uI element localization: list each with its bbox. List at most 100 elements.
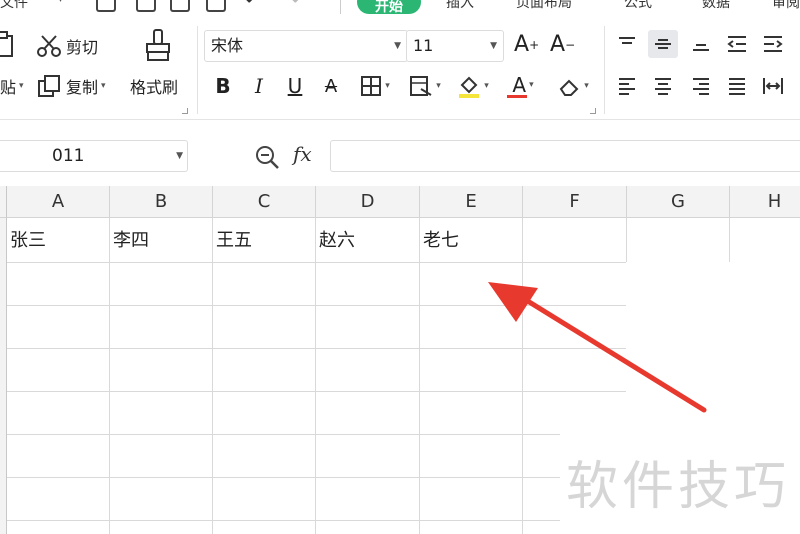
cell-e1[interactable]: 老七: [420, 218, 522, 262]
borders-button[interactable]: ▾: [354, 72, 396, 100]
chevron-down-icon[interactable]: ▾: [58, 0, 63, 5]
clipboard-dialog-launcher[interactable]: [182, 108, 188, 114]
paint-bucket-icon: [459, 76, 480, 98]
borders-icon: [361, 76, 382, 96]
font-dialog-launcher[interactable]: [590, 108, 596, 114]
align-top-icon: [619, 37, 635, 44]
align-bottom-icon: [693, 44, 709, 51]
tab-review[interactable]: 审阅: [772, 0, 800, 12]
font-color-bar: [507, 94, 527, 98]
column-header-h[interactable]: H: [730, 186, 800, 218]
cut-label: 剪切: [66, 38, 99, 57]
row-header-strip[interactable]: [0, 218, 7, 534]
cell-style-button[interactable]: ▾: [404, 72, 446, 100]
chevron-down-icon: ▾: [385, 81, 390, 91]
zoom-in-icon[interactable]: [254, 144, 280, 170]
format-painter-icon[interactable]: [144, 28, 172, 62]
function-icon[interactable]: fx: [293, 142, 312, 166]
outdent-icon: [727, 36, 746, 52]
grid-line: [212, 218, 213, 534]
chevron-down-icon: ▾: [529, 79, 534, 90]
tab-start-label: 开始: [375, 0, 403, 15]
paste-icon[interactable]: [0, 30, 14, 58]
align-left-icon: [619, 78, 635, 95]
copy-button[interactable]: 复制 ▾: [36, 74, 106, 98]
watermark-text: 软件技巧: [566, 457, 791, 517]
increase-indent-button[interactable]: [758, 30, 788, 58]
tab-start[interactable]: 开始: [357, 0, 421, 15]
align-center-button[interactable]: [648, 72, 678, 100]
ribbon-home: 贴 ▾ 剪切 复制 ▾ 格式刷 宋体 ▼ 11 ▼ A + A − B I U A ▾…: [0, 16, 800, 120]
select-all-corner[interactable]: [0, 186, 7, 218]
column-header-g[interactable]: G: [627, 186, 730, 218]
cell-d1[interactable]: 赵六: [316, 218, 419, 262]
align-bottom-button[interactable]: [686, 30, 716, 58]
column-header-a[interactable]: A: [7, 186, 110, 218]
decrease-font-button[interactable]: A −: [550, 32, 575, 57]
chevron-down-icon: ▼: [176, 151, 183, 161]
tab-insert[interactable]: 插入: [446, 0, 474, 12]
tab-file[interactable]: 文件: [0, 0, 28, 12]
underline-button[interactable]: U: [282, 72, 308, 100]
distributed-align-icon: [763, 78, 783, 94]
format-painter-button[interactable]: 格式刷: [130, 74, 178, 98]
justify-button[interactable]: [722, 72, 752, 100]
undo-icon[interactable]: ↶: [244, 0, 262, 13]
scissors-icon: [37, 35, 61, 57]
align-top-button[interactable]: [612, 30, 642, 58]
formula-input[interactable]: [330, 140, 800, 172]
format-painter-label: 格式刷: [130, 78, 179, 97]
column-header-c[interactable]: C: [213, 186, 316, 218]
chevron-down-icon: ▼: [490, 41, 497, 51]
find-icon[interactable]: [206, 0, 226, 12]
cell-b1[interactable]: 李四: [110, 218, 212, 262]
copy-label: 复制: [66, 78, 99, 97]
fill-color-button[interactable]: ▾: [452, 72, 494, 100]
save-icon[interactable]: [96, 0, 116, 12]
strikethrough-button[interactable]: A: [318, 72, 344, 100]
formula-bar: 011 ▼ fx: [0, 130, 800, 176]
font-size-value: 11: [413, 36, 434, 55]
chevron-down-icon: ▼: [394, 41, 401, 51]
tab-formula[interactable]: 公式: [624, 0, 652, 12]
clear-format-button[interactable]: ▾: [552, 72, 594, 100]
redo-icon[interactable]: ↷: [282, 0, 300, 13]
font-name-select[interactable]: 宋体 ▼: [204, 30, 408, 62]
bold-button[interactable]: B: [210, 72, 236, 100]
increase-font-icon: A: [514, 32, 530, 57]
cut-button[interactable]: 剪切: [36, 34, 98, 58]
paste-button[interactable]: 贴 ▾: [0, 74, 24, 98]
menu-tab-bar: 文件 ▾ ↶ ↷ 开始 插入 页面布局 公式 数据 审阅: [0, 0, 800, 16]
align-right-button[interactable]: [686, 72, 716, 100]
grid-line: [315, 218, 316, 534]
italic-button[interactable]: I: [246, 72, 272, 100]
tab-data[interactable]: 数据: [702, 0, 730, 12]
print-preview-icon[interactable]: [136, 0, 156, 12]
cell-a1[interactable]: 张三: [7, 218, 109, 262]
column-header-d[interactable]: D: [316, 186, 420, 218]
chevron-down-icon: ▾: [19, 81, 24, 91]
font-size-select[interactable]: 11 ▼: [406, 30, 504, 62]
group-divider: [197, 26, 198, 114]
font-color-button[interactable]: A ▾: [502, 72, 544, 100]
eraser-icon: [559, 79, 579, 96]
cell-c1[interactable]: 王五: [213, 218, 315, 262]
align-left-button[interactable]: [612, 72, 642, 100]
grid-line: [109, 218, 110, 534]
font-name-value: 宋体: [211, 36, 244, 55]
distributed-align-button[interactable]: [758, 72, 788, 100]
image-overlay: [626, 262, 800, 414]
tab-page-layout[interactable]: 页面布局: [516, 0, 572, 12]
column-header-f[interactable]: F: [523, 186, 627, 218]
bold-icon: B: [215, 74, 231, 98]
column-header-e[interactable]: E: [420, 186, 523, 218]
increase-font-button[interactable]: A +: [514, 32, 539, 57]
name-box[interactable]: 011 ▼: [0, 140, 188, 172]
font-color-icon: A: [512, 72, 527, 97]
column-header-b[interactable]: B: [110, 186, 213, 218]
decrease-indent-button[interactable]: [722, 30, 752, 58]
print-icon[interactable]: [170, 0, 190, 12]
grid-line: [522, 218, 523, 534]
cell-style-icon: [410, 76, 432, 96]
align-middle-button[interactable]: [648, 30, 678, 58]
